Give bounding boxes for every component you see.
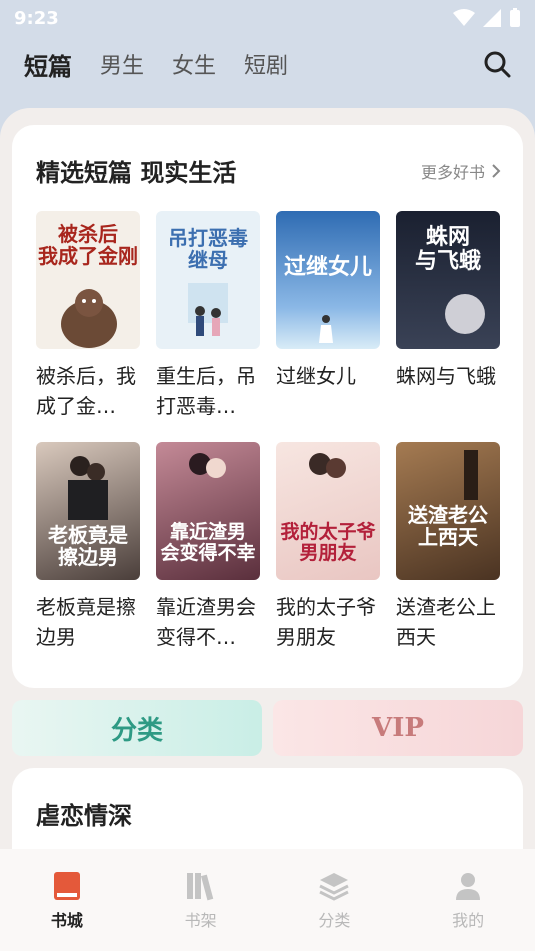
figure-illustration (464, 450, 478, 500)
shelf-icon (186, 873, 213, 901)
top-tabs: 短篇 男生 女生 短剧 (0, 40, 535, 88)
cover-title: 送渣老公 上西天 (408, 503, 488, 549)
nav-label: 分类 (318, 911, 351, 930)
book-title: 过继女儿 (276, 364, 356, 388)
cover-title: 蛛网 与飞蛾 (414, 224, 481, 275)
book-card[interactable]: 被杀后 我成了金刚 被杀后，我成了金… (36, 211, 140, 421)
cover-title: 过继女儿 (283, 254, 372, 280)
book-cover[interactable]: 我的太子爷 男朋友 (276, 442, 380, 580)
book-card[interactable]: 吊打恶毒 继母 重生后，吊打恶毒… (156, 211, 260, 421)
book-title: 重生后，吊打恶毒… (156, 364, 256, 418)
book-cover[interactable]: 被杀后 我成了金刚 (36, 211, 140, 349)
nav-category[interactable]: 分类 (284, 871, 384, 931)
battery-icon (510, 8, 520, 27)
book-card[interactable]: 蛛网 与飞蛾 蛛网与飞蛾 (396, 211, 500, 421)
cover-title: 靠近渣男 会变得不幸 (160, 521, 256, 565)
couple-illustration (309, 453, 346, 478)
book-cover[interactable]: 送渣老公 上西天 (396, 442, 500, 580)
nav-label: 书架 (184, 911, 217, 930)
couple-illustration (189, 453, 226, 478)
nav-bookstore[interactable]: 书城 (17, 871, 117, 931)
book-cover[interactable]: 蛛网 与飞蛾 (396, 211, 500, 349)
gorilla-illustration (61, 289, 117, 348)
book-title: 被杀后，我成了金… (36, 364, 136, 418)
tab-male[interactable]: 男生 (100, 48, 144, 80)
status-bar: 9:23 (0, 0, 535, 36)
layers-icon (319, 873, 350, 901)
category-button[interactable]: 分类 (12, 700, 262, 756)
book-title: 送渣老公上西天 (396, 595, 496, 649)
wifi-icon (453, 9, 475, 26)
status-time: 9:23 (14, 7, 59, 29)
chevron-right-icon (492, 164, 501, 178)
tab-short[interactable]: 短篇 (24, 47, 72, 82)
couple-illustration (188, 283, 228, 336)
person-icon (456, 873, 481, 900)
figure-illustration (319, 315, 333, 343)
search-icon[interactable] (483, 50, 511, 78)
nav-label: 书城 (50, 911, 83, 930)
tab-female[interactable]: 女生 (172, 48, 216, 80)
book-card[interactable]: 老板竟是 擦边男 老板竟是擦边男 (36, 442, 140, 652)
vip-button[interactable]: VIP (273, 700, 523, 756)
cover-title: 我的太子爷 男朋友 (280, 521, 376, 565)
book-cover[interactable]: 靠近渣男 会变得不幸 (156, 442, 260, 580)
cover-title: 被杀后 我成了金刚 (38, 222, 138, 268)
book-title: 老板竟是擦边男 (36, 595, 136, 649)
nav-profile[interactable]: 我的 (418, 871, 518, 931)
book-card[interactable]: 靠近渣男 会变得不幸 靠近渣男会变得不… (156, 442, 260, 652)
book-icon (53, 872, 80, 900)
couple-illustration (68, 456, 108, 520)
cover-title: 老板竟是 擦边男 (48, 523, 128, 569)
cover-title: 吊打恶毒 继母 (168, 226, 248, 272)
book-cover[interactable]: 吊打恶毒 继母 (156, 211, 260, 349)
section-title: 虐恋情深 (36, 802, 132, 830)
book-card[interactable]: 送渣老公 上西天 送渣老公上西天 (396, 442, 500, 652)
moon-illustration (445, 294, 485, 334)
tab-drama[interactable]: 短剧 (244, 48, 288, 80)
book-cover[interactable]: 过继女儿 (276, 211, 380, 349)
book-title: 我的太子爷男朋友 (276, 595, 376, 649)
nav-label: 我的 (452, 911, 485, 930)
section-title: 精选短篇 现实生活 (36, 159, 237, 187)
more-books-link[interactable]: 更多好书 (421, 159, 501, 183)
featured-section: 精选短篇 现实生活 更多好书 被杀后 我成了金刚 被杀后，我成了金… 吊打恶毒 继母 (12, 125, 523, 688)
book-title: 靠近渣男会变得不… (156, 595, 256, 649)
book-card[interactable]: 我的太子爷 男朋友 我的太子爷男朋友 (276, 442, 380, 652)
nav-bookshelf[interactable]: 书架 (151, 871, 251, 931)
book-cover[interactable]: 老板竟是 擦边男 (36, 442, 140, 580)
book-title: 蛛网与飞蛾 (396, 364, 496, 388)
signal-icon (483, 9, 501, 27)
bottom-nav: 书城 书架 分类 我的 (0, 849, 535, 951)
book-card[interactable]: 过继女儿 过继女儿 (276, 211, 380, 421)
